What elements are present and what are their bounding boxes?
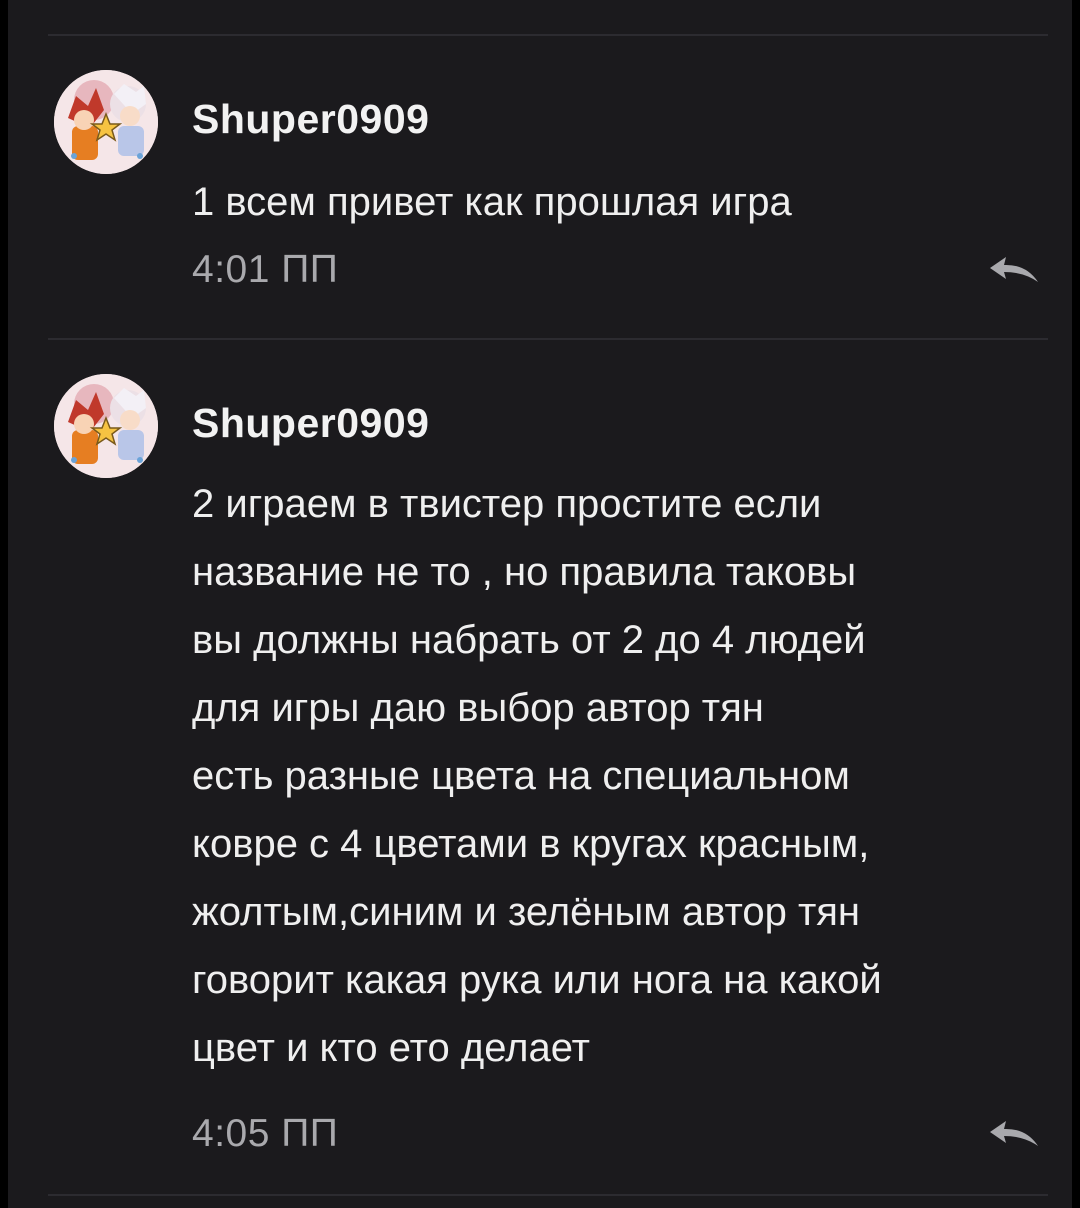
chat-panel: Shuper0909 1 всем привет как прошлая игр… [8,0,1072,1208]
message-line: жолтым,синим и зелёным автор тян [192,890,861,934]
reply-button[interactable] [984,1116,1044,1156]
message-line: цвет и кто ето делает [192,1026,590,1070]
timestamp: 4:05 ПП [192,1112,339,1155]
anime-avatar-icon [54,374,158,478]
message-line: 1 всем привет как прошлая игра [192,180,792,224]
message-line: ковре с 4 цветами в кругах красным, [192,822,870,866]
message-text: 1 всем привет как прошлая игра [192,168,1052,236]
message-line: для игры даю выбор автор тян [192,686,764,730]
message-line: есть разные цвета на специальном [192,754,850,798]
message-line: говорит какая рука или нога на какой [192,958,882,1002]
message-line: 2 играем в твистер простите если [192,482,822,526]
screen-edge [1072,0,1080,1208]
message-text: 2 играем в твистер простите если названи… [192,470,1052,1082]
avatar[interactable] [54,70,158,174]
message-divider [48,34,1048,36]
anime-avatar-icon [54,70,158,174]
author-name[interactable]: Shuper0909 [192,96,429,143]
timestamp: 4:01 ПП [192,248,339,291]
message-divider [48,1194,1048,1196]
reply-arrow-icon [990,1121,1038,1146]
message-line: вы должны набрать от 2 до 4 людей [192,618,866,662]
message-divider [48,338,1048,340]
author-name[interactable]: Shuper0909 [192,400,429,447]
reply-button[interactable] [984,252,1044,292]
reply-arrow-icon [990,257,1038,282]
message-line: название не то , но правила таковы [192,550,857,594]
avatar[interactable] [54,374,158,478]
